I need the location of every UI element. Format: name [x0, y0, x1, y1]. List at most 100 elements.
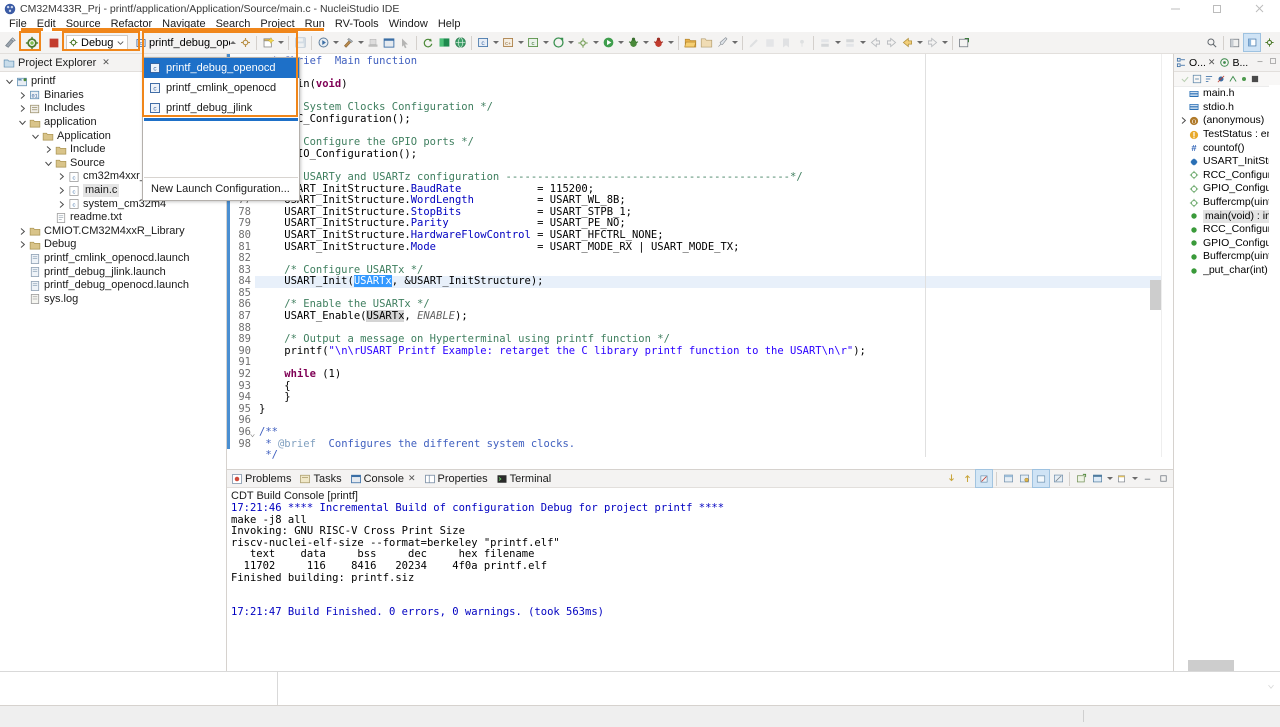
tab-properties[interactable]: Properties	[424, 473, 488, 485]
clean-icon[interactable]	[365, 34, 381, 51]
profile-icon[interactable]	[650, 34, 666, 51]
perspective-cpp-icon[interactable]	[1243, 33, 1261, 52]
code-editor[interactable]: 7677787980818283848586878889909192939495…	[227, 54, 1173, 469]
twisty-collapsed-icon[interactable]	[56, 184, 67, 197]
tab-terminal[interactable]: Terminal	[496, 473, 551, 485]
terminal-icon[interactable]	[381, 34, 397, 51]
debug-button[interactable]	[24, 34, 40, 51]
outline-item-teststatus-enum[interactable]: TestStatus : enum	[1174, 128, 1280, 142]
code-area[interactable]: * @brief Main function */int main(void){…	[255, 54, 1173, 469]
prev-annotation-icon[interactable]	[842, 34, 858, 51]
tab-outline[interactable]: O... ✕	[1176, 57, 1215, 69]
debug-bug-icon[interactable]	[625, 34, 641, 51]
twisty-collapsed-icon[interactable]	[17, 102, 28, 115]
stop-button[interactable]	[46, 34, 62, 51]
next-annotation-icon[interactable]	[817, 34, 833, 51]
new-cpp-project-icon[interactable]: C+	[500, 34, 516, 51]
pointer-icon[interactable]	[397, 34, 413, 51]
tree-item-cmiot-cm32m4xxr-library[interactable]: CMIOT.CM32M4xxR_Library	[0, 225, 226, 239]
launch-config-combo[interactable]: c printf_debug_openoc	[134, 35, 232, 51]
new-c-project-icon[interactable]: C	[475, 34, 491, 51]
profile-chevron-icon[interactable]	[666, 34, 675, 51]
run-green-chevron-icon[interactable]	[616, 34, 625, 51]
new-class-icon[interactable]: c	[525, 34, 541, 51]
perspective-debug-icon[interactable]	[1261, 34, 1277, 51]
nuclei-pack-icon[interactable]	[436, 34, 452, 51]
code-line[interactable]: * @brief Main function	[255, 55, 1173, 68]
dropdown-item-printf_debug_openocd[interactable]: c printf_debug_openocd	[143, 58, 299, 78]
open-perspective-icon[interactable]	[956, 34, 972, 51]
clear-console-icon[interactable]	[975, 469, 993, 488]
menu-item-source[interactable]: Source	[61, 17, 106, 32]
tab-build-targets[interactable]: B...	[1219, 57, 1248, 69]
run-chevron-icon[interactable]	[331, 34, 340, 51]
sort-icon[interactable]	[1204, 74, 1214, 84]
outline-item-rcc-configuratio[interactable]: RCC_Configuratio	[1174, 223, 1280, 237]
pin-console-icon[interactable]	[1016, 470, 1032, 487]
code-line[interactable]	[255, 357, 1173, 369]
new-console-view-chevron-icon[interactable]	[1130, 470, 1139, 487]
outline-close-icon[interactable]: ✕	[1208, 57, 1216, 68]
maximize-button[interactable]	[1196, 0, 1238, 17]
dropdown-item-printf_debug_jlink[interactable]: c printf_debug_jlink	[143, 98, 299, 118]
settings-gear-icon[interactable]	[575, 34, 591, 51]
hide-nonpublic-icon[interactable]	[1240, 75, 1248, 83]
menu-item-edit[interactable]: Edit	[32, 17, 61, 32]
editor-vertical-scrollbar-thumb[interactable]	[1150, 280, 1161, 310]
new-class-chevron-icon[interactable]	[541, 34, 550, 51]
code-line[interactable]: }	[255, 403, 1173, 416]
project-explorer-close-icon[interactable]: ✕	[102, 57, 110, 68]
close-button[interactable]	[1238, 0, 1280, 17]
hide-static-icon[interactable]	[1228, 74, 1238, 84]
tab-project-explorer[interactable]: Project Explorer ✕	[3, 57, 110, 69]
scroll-lock-up-icon[interactable]	[959, 470, 975, 487]
open-console-icon[interactable]	[1089, 470, 1105, 487]
quick-access-chevron-icon[interactable]	[730, 34, 739, 51]
launch-settings-gear-icon[interactable]	[237, 34, 253, 51]
back-icon[interactable]	[867, 34, 883, 51]
minimize-outline-icon[interactable]	[1255, 56, 1265, 66]
menu-item-rv-tools[interactable]: RV-Tools	[330, 17, 384, 32]
new-console-view-icon[interactable]	[1114, 470, 1130, 487]
tree-item-printf-debug-jlink-launch[interactable]: printf_debug_jlink.launch	[0, 265, 226, 279]
code-line[interactable]: */	[255, 449, 1173, 462]
outline-menu-icon[interactable]	[1250, 74, 1260, 84]
tab-tasks[interactable]: Tasks	[299, 473, 342, 485]
build-hammer-icon[interactable]	[340, 34, 356, 51]
bookmark-icon[interactable]	[778, 34, 794, 51]
code-line[interactable]	[255, 415, 1173, 427]
menu-item-navigate[interactable]: Navigate	[157, 17, 210, 32]
tab-problems[interactable]: Problems	[231, 473, 291, 485]
scroll-lock-down-icon[interactable]	[943, 470, 959, 487]
new-wizard-chevron-icon[interactable]	[276, 34, 285, 51]
twisty-expanded-icon[interactable]	[30, 130, 41, 143]
code-line[interactable]: USART_Enable(USARTx, ENABLE);	[255, 310, 1173, 323]
new-wizard-icon[interactable]	[260, 34, 276, 51]
display-console-icon[interactable]	[1032, 469, 1050, 488]
outline-item-countof-[interactable]: # countof()	[1174, 141, 1280, 155]
focus-on-active-task-icon[interactable]	[1180, 74, 1190, 84]
menu-item-window[interactable]: Window	[384, 17, 433, 32]
new-console-icon[interactable]	[1073, 470, 1089, 487]
minimize-button[interactable]	[1154, 0, 1196, 17]
outline-item--put-char-int-int[interactable]: _put_char(int) : int	[1174, 264, 1280, 278]
twisty-collapsed-icon[interactable]	[1178, 116, 1188, 125]
maximize-outline-icon[interactable]	[1268, 56, 1278, 66]
git-icon[interactable]	[550, 34, 566, 51]
menu-item-search[interactable]: Search	[211, 17, 256, 32]
code-line[interactable]: USART_InitStructure.Mode = USART_MODE_RX…	[255, 241, 1173, 254]
code-line[interactable]: * @brief Configures the different system…	[255, 438, 1173, 451]
save-icon[interactable]	[292, 34, 308, 51]
search-icon[interactable]	[1204, 34, 1220, 51]
code-line[interactable]: {	[255, 380, 1173, 393]
code-line[interactable]: while (1)	[255, 368, 1173, 381]
quick-access-run-icon[interactable]	[714, 34, 730, 51]
collapse-all-icon[interactable]	[1192, 74, 1202, 84]
launch-config-dropdown[interactable]: c printf_debug_openocd c printf_cmlink_open…	[142, 57, 300, 201]
launch-config-chevron-icon[interactable]	[228, 34, 237, 51]
scroll-lock-icon[interactable]	[1000, 470, 1016, 487]
outline-hscroll-thumb[interactable]	[1188, 660, 1234, 671]
outline-item-stdio-h[interactable]: stdio.h	[1174, 101, 1280, 115]
code-line[interactable]: RCC_Configuration();	[255, 113, 1173, 126]
tree-item-sys-log[interactable]: sys.log	[0, 293, 226, 307]
